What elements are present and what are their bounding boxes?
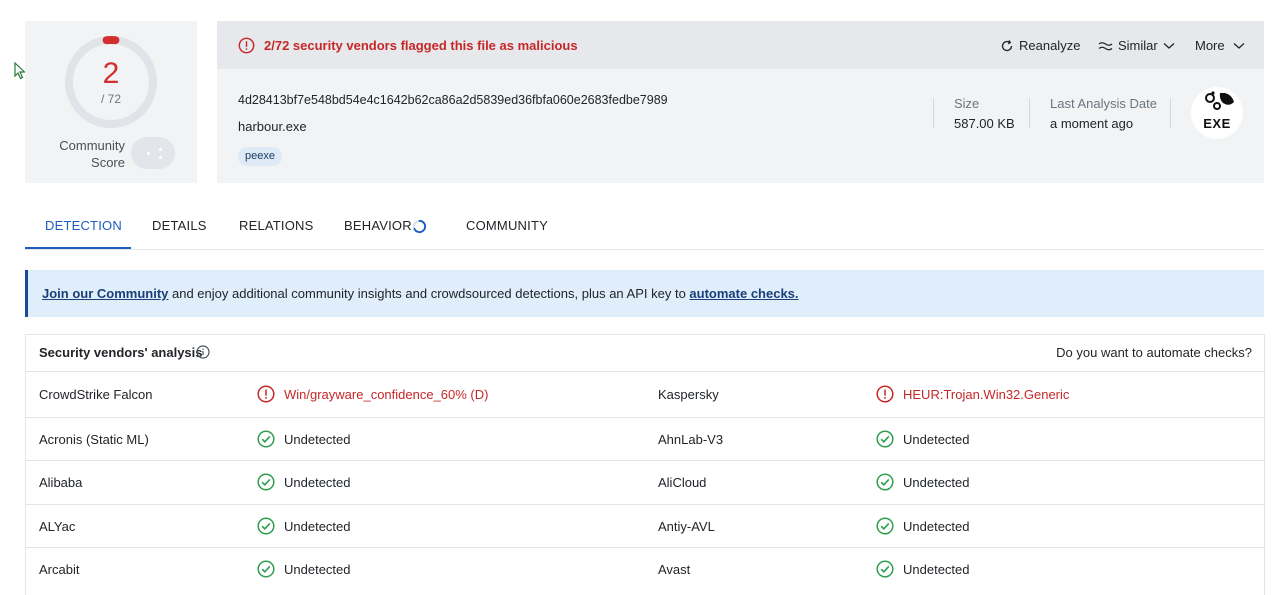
vendor-name: Avast bbox=[658, 562, 691, 577]
tab-detection[interactable]: DETECTION bbox=[45, 203, 122, 250]
vendor-result: Undetected bbox=[284, 562, 351, 577]
divider bbox=[1029, 98, 1030, 128]
vendors-analysis-table: Security vendors' analysis Do you want t… bbox=[25, 334, 1265, 595]
file-tag[interactable]: peexe bbox=[238, 147, 282, 166]
alert-circle-icon bbox=[876, 385, 894, 403]
vendor-name: Acronis (Static ML) bbox=[39, 432, 149, 447]
join-community-link[interactable]: Join our Community bbox=[42, 286, 168, 301]
check-circle-icon bbox=[876, 517, 894, 535]
tab-community[interactable]: COMMUNITY bbox=[466, 203, 548, 250]
vendor-result: Undetected bbox=[903, 475, 970, 490]
check-circle-icon bbox=[876, 560, 894, 578]
file-hash[interactable]: 4d28413bf7e548bd54e4c1642b62ca86a2d5839e… bbox=[238, 93, 668, 107]
vendor-result: Undetected bbox=[903, 562, 970, 577]
vendor-result[interactable]: HEUR:Trojan.Win32.Generic bbox=[903, 387, 1069, 402]
vendors-header: Security vendors' analysis Do you want t… bbox=[26, 335, 1264, 372]
tab-behavior[interactable]: BEHAVIOR bbox=[344, 203, 412, 250]
vendor-name: Antiy-AVL bbox=[658, 519, 715, 534]
automate-checks-link[interactable]: automate checks. bbox=[689, 286, 798, 301]
vendor-name: ALYac bbox=[39, 519, 76, 534]
vendor-name: Alibaba bbox=[39, 475, 83, 490]
detection-score-card: 2 / 72 Community Score bbox=[25, 21, 197, 183]
similar-icon bbox=[1098, 41, 1113, 50]
similar-dropdown[interactable]: Similar bbox=[1098, 38, 1175, 53]
check-circle-icon bbox=[257, 560, 275, 578]
vendor-result: Undetected bbox=[284, 475, 351, 490]
reanalyze-button[interactable]: Reanalyze bbox=[1000, 38, 1080, 53]
more-dropdown[interactable]: More bbox=[1195, 38, 1245, 53]
vendor-result: Undetected bbox=[903, 519, 970, 534]
malicious-alert-bar: 2/72 security vendors flagged this file … bbox=[217, 21, 1264, 69]
vendor-name: AhnLab-V3 bbox=[658, 432, 724, 447]
check-circle-icon bbox=[876, 473, 894, 491]
vendor-name: AliCloud bbox=[658, 475, 707, 490]
report-tabs: DETECTION DETAILS RELATIONS BEHAVIOR COM… bbox=[25, 203, 1264, 250]
vendor-name: Kaspersky bbox=[658, 387, 719, 402]
community-score-label: Community Score bbox=[59, 138, 125, 170]
active-tab-indicator bbox=[25, 247, 131, 249]
chevron-down-icon bbox=[1163, 42, 1175, 49]
size-value: 587.00 KB bbox=[954, 116, 1015, 131]
automate-checks-prompt[interactable]: Do you want to automate checks? bbox=[1056, 345, 1252, 360]
last-analysis-label: Last Analysis Date bbox=[1050, 96, 1157, 111]
info-icon[interactable] bbox=[196, 345, 210, 359]
last-analysis-value: a moment ago bbox=[1050, 116, 1134, 131]
file-type-badge: EXE bbox=[1191, 87, 1243, 139]
vendor-result: Undetected bbox=[284, 519, 351, 534]
alert-circle-icon bbox=[238, 37, 255, 54]
chevron-down-icon bbox=[1233, 42, 1245, 49]
alert-text: 2/72 security vendors flagged this file … bbox=[264, 38, 578, 53]
detection-count: 2 bbox=[102, 57, 120, 90]
detection-total: / 72 bbox=[100, 92, 121, 106]
vendor-result: Undetected bbox=[903, 432, 970, 447]
tab-details[interactable]: DETAILS bbox=[152, 203, 207, 250]
refresh-icon bbox=[1001, 39, 1013, 51]
vendor-row: ALYac Undetected Antiy-AVL Undetected bbox=[26, 504, 1264, 548]
check-circle-icon bbox=[257, 430, 275, 448]
file-type-label: EXE bbox=[1203, 116, 1231, 131]
community-banner: Join our Community and enjoy additional … bbox=[25, 270, 1264, 317]
file-type-icon bbox=[1205, 91, 1234, 110]
vendor-name: CrowdStrike Falcon bbox=[39, 387, 153, 402]
vendor-row: Alibaba Undetected AliCloud Undetected bbox=[26, 460, 1264, 504]
divider bbox=[1170, 98, 1171, 128]
vendor-row: Acronis (Static ML) Undetected AhnLab-V3 Un… bbox=[26, 417, 1264, 461]
check-circle-icon bbox=[257, 473, 275, 491]
file-info-card: 2/72 security vendors flagged this file … bbox=[217, 21, 1264, 183]
tab-relations[interactable]: RELATIONS bbox=[239, 203, 314, 250]
vendor-name: Arcabit bbox=[39, 562, 80, 577]
divider bbox=[933, 98, 934, 128]
alert-circle-icon bbox=[257, 385, 275, 403]
check-circle-icon bbox=[257, 517, 275, 535]
community-vote-toggle[interactable] bbox=[131, 137, 175, 169]
banner-text: Join our Community and enjoy additional … bbox=[42, 286, 799, 301]
file-name: harbour.exe bbox=[238, 119, 307, 134]
vendors-title: Security vendors' analysis bbox=[39, 345, 203, 360]
loading-spinner-icon bbox=[412, 219, 427, 234]
vendor-result: Undetected bbox=[284, 432, 351, 447]
vendor-result[interactable]: Win/grayware_confidence_60% (D) bbox=[284, 387, 488, 402]
size-label: Size bbox=[954, 96, 980, 111]
check-circle-icon bbox=[876, 430, 894, 448]
vendor-row: CrowdStrike Falcon Win/grayware_confidenc… bbox=[26, 373, 1264, 417]
vendor-row: Arcabit Undetected Avast Undetected bbox=[26, 547, 1264, 591]
